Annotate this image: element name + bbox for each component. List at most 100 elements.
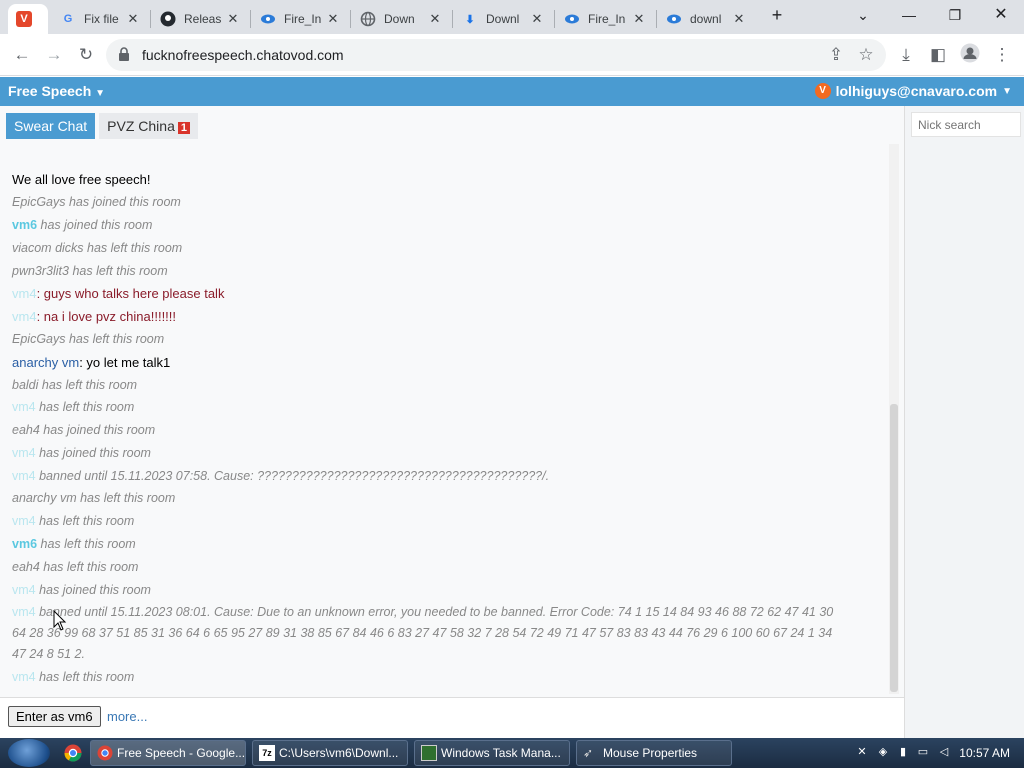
network-muted-icon[interactable]: ✕	[855, 745, 869, 759]
chrome-pinned-icon[interactable]	[64, 744, 82, 762]
taskbar-item-label: Mouse Properties	[603, 746, 698, 760]
message-text: eah4 has joined this room	[12, 423, 156, 437]
taskbar-item-task-manager[interactable]: Windows Task Mana...	[414, 740, 570, 766]
room-tab-swear-chat[interactable]: Swear Chat	[6, 113, 96, 139]
display-icon[interactable]: ▭	[916, 745, 930, 759]
enter-bar: Enter as vm6 more...	[0, 697, 904, 738]
close-icon[interactable]: ✕	[632, 11, 646, 27]
message-text: baldi has left this room	[12, 378, 138, 392]
chrome-icon	[97, 745, 113, 761]
share-icon[interactable]: ⇪	[824, 43, 848, 67]
bookmark-star-icon[interactable]: ☆	[854, 43, 878, 67]
nick-link[interactable]: anarchy vm	[12, 355, 79, 370]
tab-fire-in[interactable]: Fire_In ✕	[252, 4, 348, 34]
blue-swirl-icon	[564, 11, 580, 27]
tab-divider	[350, 10, 351, 28]
nick-link[interactable]: vm4	[12, 286, 37, 301]
nick-link[interactable]: vm4	[12, 605, 36, 619]
message-text: : yo let me talk1	[79, 355, 171, 370]
system-message: vm4 banned until 15.11.2023 07:58. Cause…	[12, 466, 862, 487]
nick-link[interactable]: vm4	[12, 583, 36, 597]
close-icon[interactable]: ✕	[326, 11, 340, 27]
close-icon[interactable]: ✕	[226, 11, 240, 27]
start-orb-icon[interactable]	[8, 739, 50, 767]
nick-link[interactable]: vm4	[12, 469, 36, 483]
room-tab-pvz-china[interactable]: PVZ China 1	[99, 113, 198, 139]
nick-link[interactable]: vm4	[12, 670, 36, 684]
downloads-icon[interactable]: ⤓	[894, 43, 918, 67]
download-icon: ⬇	[465, 13, 475, 26]
chat-message: vm4: na i love pvz china!!!!!!!	[12, 306, 862, 327]
security-shield-icon[interactable]: ◈	[876, 745, 890, 759]
close-icon[interactable]: ✕	[530, 11, 544, 27]
address-bar[interactable]: fucknofreespeech.chatovod.com ⇪ ☆	[106, 39, 886, 71]
enter-as-button[interactable]: Enter as vm6	[8, 706, 101, 727]
chat-app-bar: Free Speech ▼ V lolhiguys@cnavaro.com ▼	[0, 77, 1024, 106]
forward-arrow-icon[interactable]: →	[42, 43, 66, 67]
lock-icon	[119, 47, 129, 61]
restore-button[interactable]: ❐	[939, 4, 971, 28]
taskbar-clock[interactable]: 10:57 AM	[959, 746, 1010, 760]
room-tabs: Swear Chat PVZ China 1	[6, 113, 202, 139]
nick-link[interactable]: vm6	[12, 537, 37, 551]
message-scrollbar[interactable]	[889, 144, 899, 694]
nick-search-input[interactable]	[911, 112, 1021, 137]
system-message: viacom dicks has left this room	[12, 238, 862, 259]
nick-link[interactable]: vm4	[12, 514, 36, 528]
system-message: vm4 has joined this room	[12, 580, 862, 601]
url-text[interactable]: fucknofreespeech.chatovod.com	[142, 47, 344, 63]
menu-kebab-icon[interactable]: ⋮	[990, 43, 1014, 67]
nick-link[interactable]: vm4	[12, 400, 36, 414]
tab-title: Fire_In	[588, 12, 626, 26]
tab-fire-in-2[interactable]: Fire_In ✕	[556, 4, 654, 34]
system-message: vm6 has joined this room	[12, 215, 862, 236]
message-text: has left this room	[35, 400, 135, 414]
close-icon[interactable]: ✕	[732, 11, 746, 27]
scrollbar-thumb[interactable]	[890, 404, 898, 692]
close-window-button[interactable]: ✕	[985, 4, 1017, 28]
taskbar-item-7zip[interactable]: 7z C:\Users\vm6\Downl...	[252, 740, 408, 766]
close-icon[interactable]: ✕	[126, 11, 140, 27]
room-tab-label: PVZ China	[107, 118, 175, 134]
taskbar-item-mouse-properties[interactable]: ➶ Mouse Properties	[576, 740, 732, 766]
taskbar-item-chrome[interactable]: Free Speech - Google...	[90, 740, 246, 766]
vivaldi-v-icon: V	[16, 11, 32, 27]
side-panel-icon[interactable]: ◧	[926, 43, 950, 67]
system-message: anarchy vm has left this room	[12, 488, 862, 509]
caret-down-icon: ▼	[1002, 85, 1012, 97]
close-icon[interactable]: ✕	[428, 11, 442, 27]
reload-icon[interactable]: ↻	[74, 43, 98, 67]
room-brand-menu[interactable]: Free Speech ▼	[8, 83, 105, 99]
caret-down-icon: ▼	[95, 88, 106, 99]
tab-download-3[interactable]: downl ✕	[658, 4, 754, 34]
more-link[interactable]: more...	[107, 709, 147, 724]
nick-link[interactable]: vm4	[12, 446, 36, 460]
new-tab-button[interactable]: +	[761, 4, 793, 28]
back-arrow-icon[interactable]: ←	[10, 43, 34, 67]
system-message: pwn3r3lit3 has left this room	[12, 261, 862, 282]
message-text: has joined this room	[37, 218, 153, 232]
nick-link[interactable]: vm4	[12, 309, 37, 324]
tab-vivaldi[interactable]: V	[8, 4, 48, 34]
system-message: EpicGays has left this room	[12, 329, 862, 350]
globe-icon	[360, 11, 376, 27]
volume-muted-icon[interactable]: ◁	[937, 745, 951, 759]
taskbar-item-label: C:\Users\vm6\Downl...	[279, 746, 399, 760]
profile-avatar-icon[interactable]	[958, 43, 982, 67]
message-text: : guys who talks here please talk	[36, 286, 225, 301]
tab-download-globe[interactable]: Down ✕	[352, 4, 450, 34]
tab-divider	[250, 10, 251, 28]
tab-fix-file[interactable]: G Fix file ✕	[52, 4, 148, 34]
tab-divider	[452, 10, 453, 28]
windows-taskbar: Free Speech - Google... 7z C:\Users\vm6\…	[0, 738, 1024, 768]
tab-download-arrow[interactable]: ⬇ Downl ✕	[454, 4, 552, 34]
mouse-pointer-icon	[53, 610, 67, 631]
minimize-button[interactable]: —	[893, 4, 925, 28]
tab-search-chevron-icon[interactable]: ⌄	[847, 4, 879, 28]
chatovod-v-icon: V	[814, 83, 831, 99]
user-account-menu[interactable]: V lolhiguys@cnavaro.com ▼	[814, 83, 1012, 99]
system-message: vm4 has left this room	[12, 511, 862, 532]
battery-icon[interactable]: ▮	[896, 745, 910, 759]
nick-link[interactable]: vm6	[12, 218, 37, 232]
tab-releases[interactable]: Releas ✕	[152, 4, 248, 34]
